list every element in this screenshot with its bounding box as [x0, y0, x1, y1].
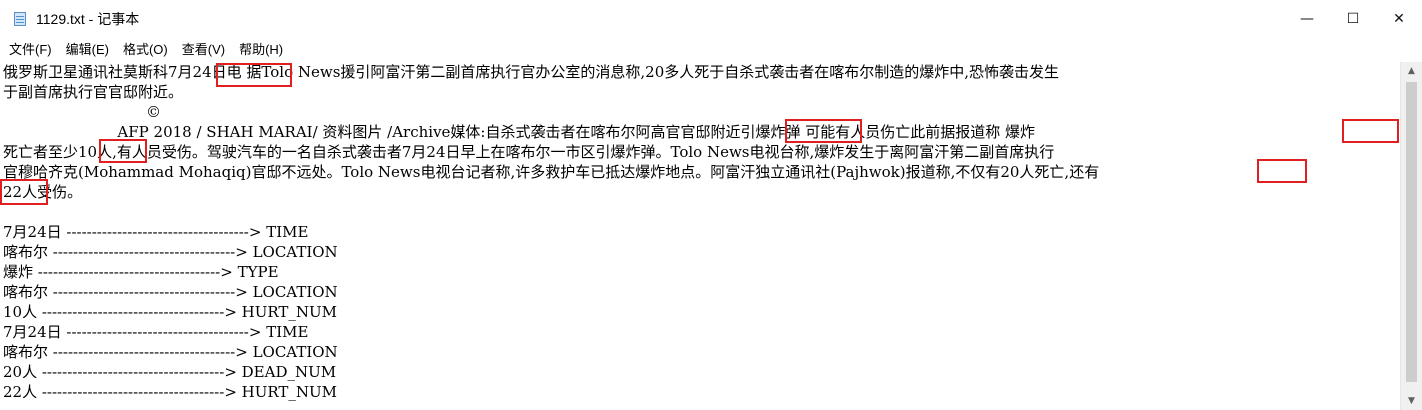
menu-view[interactable]: 查看(V): [175, 38, 232, 62]
text-line: 俄罗斯卫星通讯社莫斯科7月24日电 据Tolo News援引阿富汗第二副首席执行…: [3, 63, 1060, 81]
text-line: 喀布尔 ------------------------------------…: [3, 243, 338, 261]
menu-format[interactable]: 格式(O): [116, 38, 175, 62]
notepad-icon: [12, 11, 28, 27]
highlight-box: [1257, 159, 1307, 183]
highlight-box: [1342, 119, 1399, 143]
text-line: 22人受伤。: [3, 183, 83, 201]
text-line: 爆炸 ------------------------------------>…: [3, 263, 279, 281]
text-line: 喀布尔 ------------------------------------…: [3, 283, 338, 301]
scrollbar-thumb[interactable]: [1406, 82, 1417, 382]
scroll-down-icon[interactable]: ▼: [1401, 392, 1422, 410]
text-line: ©: [3, 103, 162, 121]
text-line: 于副首席执行官官邸附近。: [3, 83, 184, 101]
text-line: 官穆哈齐克(Mohammad Mohaqiq)官邸不远处。Tolo News电视…: [3, 163, 1100, 181]
minimize-button[interactable]: —: [1284, 0, 1330, 38]
text-line: 死亡者至少10人,有人员受伤。驾驶汽车的一名自杀式袭击者7月24日早上在喀布尔一…: [3, 143, 1055, 161]
text-line: 7月24日 ----------------------------------…: [3, 223, 309, 241]
maximize-button[interactable]: ☐: [1330, 0, 1376, 38]
scroll-up-icon[interactable]: ▲: [1401, 62, 1422, 80]
close-button[interactable]: ✕: [1376, 0, 1422, 38]
text-line: 7月24日 ----------------------------------…: [3, 323, 309, 341]
text-line: AFP 2018 / SHAH MARAI/ 资料图片 /Archive媒体:自…: [3, 123, 1036, 141]
text-line: 22人 ------------------------------------…: [3, 383, 338, 401]
menu-file[interactable]: 文件(F): [0, 38, 59, 62]
text-line: 10人 ------------------------------------…: [3, 303, 338, 321]
text-editor[interactable]: 俄罗斯卫星通讯社莫斯科7月24日电 据Tolo News援引阿富汗第二副首席执行…: [0, 62, 1400, 410]
vertical-scrollbar[interactable]: ▲ ▼: [1400, 62, 1422, 410]
text-line: 喀布尔 ------------------------------------…: [3, 343, 338, 361]
text-line: 20人 ------------------------------------…: [3, 363, 337, 381]
menu-edit[interactable]: 编辑(E): [59, 38, 116, 62]
window-title: 1129.txt - 记事本: [36, 11, 140, 27]
menu-help[interactable]: 帮助(H): [232, 38, 290, 62]
menu-bar: 文件(F) 编辑(E) 格式(O) 查看(V) 帮助(H): [0, 38, 1422, 62]
title-bar: 1129.txt - 记事本 — ☐ ✕: [0, 0, 1422, 38]
